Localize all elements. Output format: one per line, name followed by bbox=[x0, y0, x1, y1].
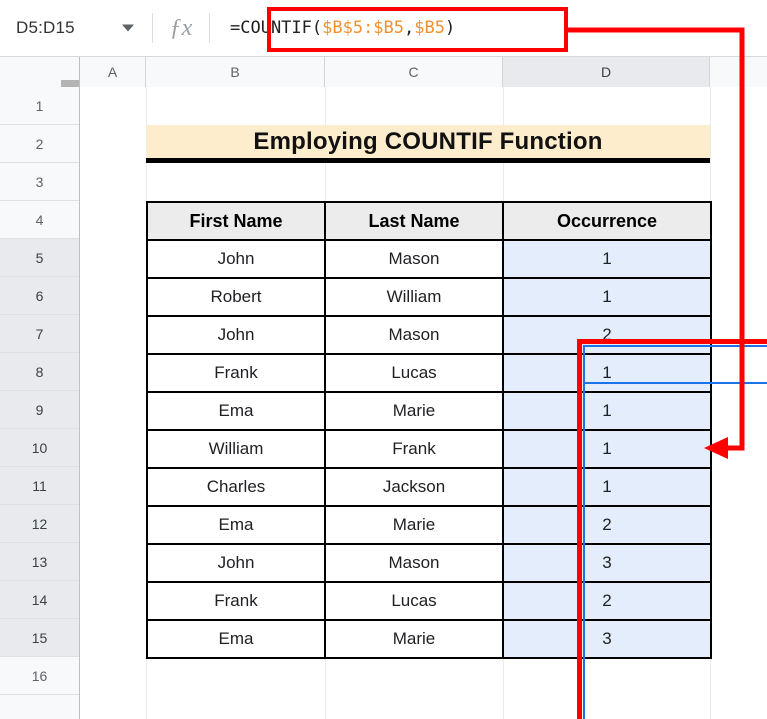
cell-occurrence[interactable]: 3 bbox=[502, 619, 712, 659]
table-row: John Mason 2 bbox=[146, 315, 712, 355]
fx-icon: ƒx bbox=[169, 14, 193, 41]
cell-occurrence[interactable]: 1 bbox=[502, 239, 712, 279]
row-header-5[interactable]: 5 bbox=[0, 239, 79, 277]
row-header-column: 1 2 3 4 5 6 7 8 9 10 11 12 13 14 15 16 bbox=[0, 87, 80, 719]
name-box-value: D5:D15 bbox=[16, 18, 75, 37]
row-header-12[interactable]: 12 bbox=[0, 505, 79, 543]
cell-last-name[interactable]: Marie bbox=[324, 391, 504, 431]
row-header-3[interactable]: 3 bbox=[0, 163, 79, 201]
spreadsheet-app: D5:D15 ƒx =COUNTIF($B$5:$B5,$B5) A B C D… bbox=[0, 0, 767, 719]
cell-occurrence[interactable]: 1 bbox=[502, 467, 712, 507]
cell-first-name[interactable]: Ema bbox=[146, 505, 326, 545]
column-header-b[interactable]: B bbox=[146, 57, 325, 87]
header-first-name[interactable]: First Name bbox=[146, 201, 326, 241]
select-all-corner[interactable] bbox=[0, 57, 80, 87]
row-header-7[interactable]: 7 bbox=[0, 315, 79, 353]
cell-first-name[interactable]: Frank bbox=[146, 581, 326, 621]
row-header-15[interactable]: 15 bbox=[0, 619, 79, 657]
column-header-e[interactable] bbox=[710, 57, 767, 87]
page-title: Employing COUNTIF Function bbox=[253, 127, 603, 155]
row-header-4[interactable]: 4 bbox=[0, 201, 79, 239]
row-header-13[interactable]: 13 bbox=[0, 543, 79, 581]
cell-last-name[interactable]: Mason bbox=[324, 543, 504, 583]
formula-ref-2: $B5 bbox=[414, 18, 445, 38]
row-header-6[interactable]: 6 bbox=[0, 277, 79, 315]
cell-first-name[interactable]: Ema bbox=[146, 391, 326, 431]
cell-last-name[interactable]: Lucas bbox=[324, 581, 504, 621]
column-header-c[interactable]: C bbox=[325, 57, 503, 87]
header-last-name[interactable]: Last Name bbox=[324, 201, 504, 241]
cell-occurrence[interactable]: 1 bbox=[502, 353, 712, 393]
formula-prefix: =COUNTIF( bbox=[230, 18, 323, 38]
column-header-row: A B C D bbox=[0, 57, 767, 87]
spreadsheet-grid: 1 2 3 4 5 6 7 8 9 10 11 12 13 14 15 16 E… bbox=[0, 87, 767, 719]
table-row: John Mason 3 bbox=[146, 543, 712, 583]
formula-comma: , bbox=[404, 18, 415, 38]
row-header-16[interactable]: 16 bbox=[0, 657, 79, 695]
cell-occurrence[interactable]: 2 bbox=[502, 505, 712, 545]
table-row: Frank Lucas 2 bbox=[146, 581, 712, 621]
cell-first-name[interactable]: Charles bbox=[146, 467, 326, 507]
cell-last-name[interactable]: Mason bbox=[324, 315, 504, 355]
table-header-row: First Name Last Name Occurrence bbox=[146, 201, 712, 241]
cell-first-name[interactable]: John bbox=[146, 543, 326, 583]
chevron-down-icon[interactable] bbox=[122, 24, 134, 32]
header-occurrence[interactable]: Occurrence bbox=[502, 201, 712, 241]
column-header-a[interactable]: A bbox=[80, 57, 146, 87]
cell-occurrence[interactable]: 1 bbox=[502, 277, 712, 317]
cell-first-name[interactable]: John bbox=[146, 239, 326, 279]
cell-first-name[interactable]: William bbox=[146, 429, 326, 469]
formula-ref-1: $B$5:$B5 bbox=[322, 18, 405, 38]
cell-last-name[interactable]: Lucas bbox=[324, 353, 504, 393]
table-row: Frank Lucas 1 bbox=[146, 353, 712, 393]
table-row: John Mason 1 bbox=[146, 239, 712, 279]
cell-last-name[interactable]: Marie bbox=[324, 619, 504, 659]
table-row: Ema Marie 1 bbox=[146, 391, 712, 431]
cell-last-name[interactable]: Jackson bbox=[324, 467, 504, 507]
row-header-2[interactable]: 2 bbox=[0, 125, 79, 163]
cell-occurrence[interactable]: 1 bbox=[502, 391, 712, 431]
row-header-10[interactable]: 10 bbox=[0, 429, 79, 467]
formula-bar: D5:D15 ƒx =COUNTIF($B$5:$B5,$B5) bbox=[0, 0, 767, 57]
cell-last-name[interactable]: Marie bbox=[324, 505, 504, 545]
table-row: Charles Jackson 1 bbox=[146, 467, 712, 507]
cell-occurrence[interactable]: 3 bbox=[502, 543, 712, 583]
table-row: Robert William 1 bbox=[146, 277, 712, 317]
row-header-8[interactable]: 8 bbox=[0, 353, 79, 391]
cell-last-name[interactable]: Frank bbox=[324, 429, 504, 469]
row-header-14[interactable]: 14 bbox=[0, 581, 79, 619]
table-row: Ema Marie 3 bbox=[146, 619, 712, 659]
sheet-title-cell[interactable]: Employing COUNTIF Function bbox=[146, 125, 710, 163]
cell-occurrence[interactable]: 1 bbox=[502, 429, 712, 469]
table-row: William Frank 1 bbox=[146, 429, 712, 469]
column-header-d[interactable]: D bbox=[503, 57, 710, 87]
data-table: First Name Last Name Occurrence John Mas… bbox=[146, 201, 712, 659]
table-row: Ema Marie 2 bbox=[146, 505, 712, 545]
formula-input[interactable]: =COUNTIF($B$5:$B5,$B5) bbox=[210, 0, 767, 57]
row-header-9[interactable]: 9 bbox=[0, 391, 79, 429]
cell-first-name[interactable]: Frank bbox=[146, 353, 326, 393]
cell-first-name[interactable]: Ema bbox=[146, 619, 326, 659]
cell-first-name[interactable]: John bbox=[146, 315, 326, 355]
cell-occurrence[interactable]: 2 bbox=[502, 315, 712, 355]
row-header-11[interactable]: 11 bbox=[0, 467, 79, 505]
cell-first-name[interactable]: Robert bbox=[146, 277, 326, 317]
cell-occurrence[interactable]: 2 bbox=[502, 581, 712, 621]
row-header-1[interactable]: 1 bbox=[0, 87, 79, 125]
cell-last-name[interactable]: Mason bbox=[324, 239, 504, 279]
cell-last-name[interactable]: William bbox=[324, 277, 504, 317]
formula-text: =COUNTIF($B$5:$B5,$B5) bbox=[230, 18, 455, 38]
formula-suffix: ) bbox=[444, 18, 456, 38]
cell-area[interactable]: Employing COUNTIF Function First Name La… bbox=[80, 87, 767, 719]
name-box[interactable]: D5:D15 bbox=[0, 0, 152, 57]
